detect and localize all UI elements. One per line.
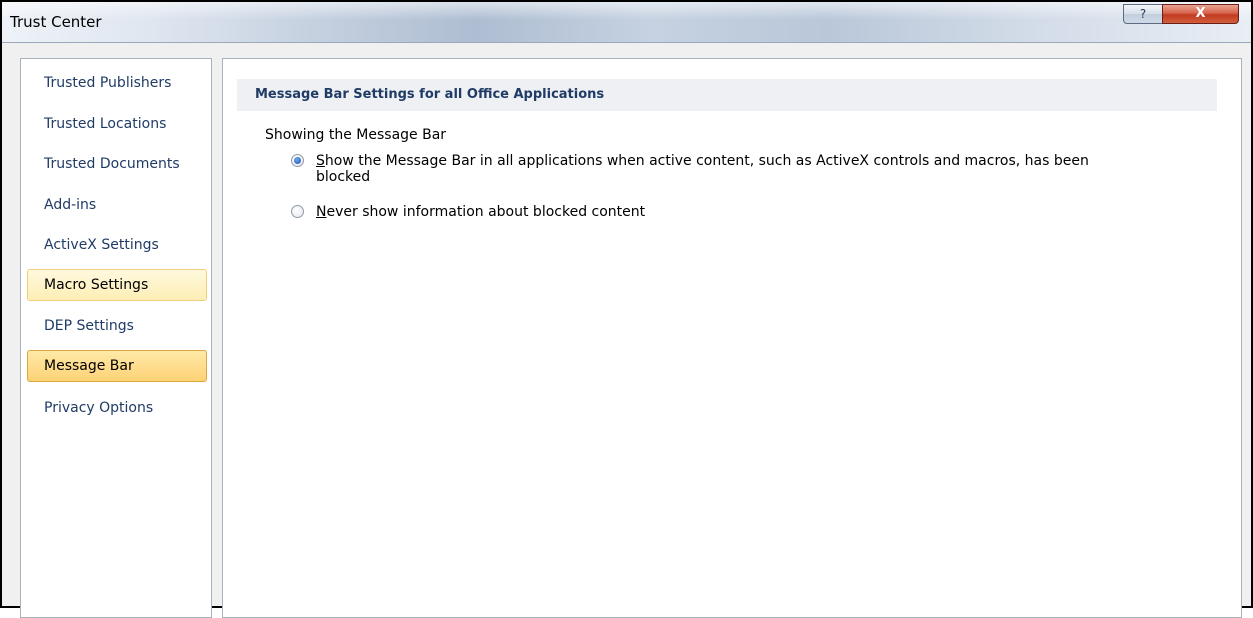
sidebar-item-macro-settings[interactable]: Macro Settings — [27, 269, 207, 301]
sidebar-item-privacy-options[interactable]: Privacy Options — [27, 392, 207, 424]
help-button[interactable]: ? — [1123, 4, 1163, 24]
radio-button-unchecked[interactable] — [291, 205, 304, 218]
radio-button-checked[interactable] — [291, 154, 304, 167]
window-title: Trust Center — [10, 13, 102, 31]
radio-option-never-show[interactable]: Never show information about blocked con… — [291, 204, 1191, 222]
sidebar-item-activex-settings[interactable]: ActiveX Settings — [27, 229, 207, 261]
close-icon: X — [1195, 6, 1206, 21]
trust-center-window: Trust Center ? X Trusted Publishers Trus… — [0, 0, 1253, 618]
radio-option-show-message-bar[interactable]: Show the Message Bar in all applications… — [291, 153, 1191, 189]
title-bar[interactable]: Trust Center ? X — [2, 2, 1251, 43]
radio-label[interactable]: Never show information about blocked con… — [316, 204, 1176, 220]
group-label: Showing the Message Bar — [265, 127, 447, 143]
radio-label[interactable]: Show the Message Bar in all applications… — [316, 153, 1176, 185]
option-text-line2: blocked — [316, 169, 371, 185]
option-text: ever show information about blocked cont… — [326, 204, 646, 220]
sidebar-item-message-bar[interactable]: Message Bar — [27, 350, 207, 382]
accelerator-key: N — [316, 204, 327, 220]
sidebar-item-dep-settings[interactable]: DEP Settings — [27, 310, 207, 342]
sidebar: Trusted Publishers Trusted Locations Tru… — [20, 58, 212, 618]
sidebar-item-add-ins[interactable]: Add-ins — [27, 189, 207, 221]
help-icon: ? — [1139, 7, 1147, 21]
sidebar-item-trusted-publishers[interactable]: Trusted Publishers — [27, 67, 207, 99]
section-header: Message Bar Settings for all Office Appl… — [237, 79, 1217, 111]
accelerator-key: S — [316, 153, 325, 169]
sidebar-item-trusted-locations[interactable]: Trusted Locations — [27, 108, 207, 140]
close-button[interactable]: X — [1162, 4, 1239, 24]
content-panel: Message Bar Settings for all Office Appl… — [222, 58, 1242, 618]
option-text: how the Message Bar in all applications … — [324, 153, 1089, 169]
sidebar-item-trusted-documents[interactable]: Trusted Documents — [27, 148, 207, 180]
